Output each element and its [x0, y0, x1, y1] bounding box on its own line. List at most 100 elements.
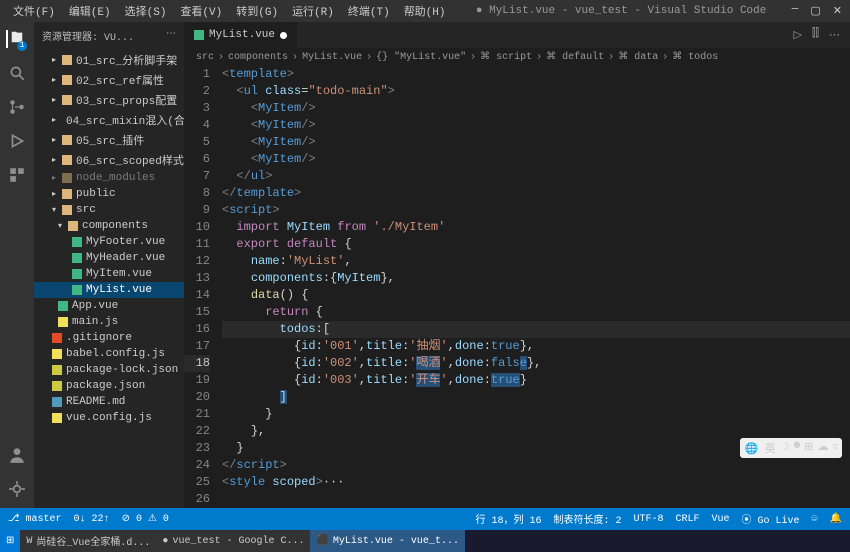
tab-bar: MyList.vue ▷ ⫿⫿ ⋯ — [184, 22, 850, 48]
more-icon[interactable]: ⋯ — [829, 28, 840, 42]
folder-icon — [62, 55, 72, 65]
account-icon[interactable] — [8, 446, 26, 464]
run-icon[interactable]: ▷ — [793, 28, 801, 42]
ime-button[interactable]: ▿ — [832, 440, 838, 456]
menu-item[interactable]: 终端(T) — [343, 1, 395, 21]
explorer-icon[interactable] — [6, 30, 24, 48]
go-live[interactable]: ⦿ Go Live — [742, 511, 800, 527]
folder-icon — [62, 155, 72, 165]
maximize-icon[interactable]: ▢ — [810, 4, 820, 18]
file-tree: 01_src_分析脚手架02_src_ref属性03_src_props配置04… — [34, 50, 184, 426]
tree-item[interactable]: node_modules — [34, 170, 184, 186]
split-icon[interactable]: ⫿⫿ — [812, 28, 819, 42]
taskbar: ⊞ W尚硅谷_Vue全家桶.d...●vue_test - Google C..… — [0, 530, 850, 552]
language-mode[interactable]: Vue — [712, 514, 730, 525]
js-icon — [58, 317, 68, 327]
window-controls: ─ ▢ ✕ — [792, 4, 842, 18]
tree-item[interactable]: public — [34, 186, 184, 202]
git-icon[interactable] — [8, 98, 26, 116]
titlebar: 文件(F)编辑(E)选择(S)查看(V)转到(G)运行(R)终端(T)帮助(H)… — [0, 0, 850, 22]
vue-icon — [72, 253, 82, 263]
start-button[interactable]: ⊞ — [0, 530, 20, 552]
ime-button[interactable]: 🌐 英 — [744, 440, 775, 456]
tree-item[interactable]: package-lock.json — [34, 362, 184, 378]
vue-icon — [58, 301, 68, 311]
js-icon — [52, 349, 62, 359]
tab-size[interactable]: 制表符长度: 2 — [553, 511, 621, 527]
editor-area: MyList.vue ▷ ⫿⫿ ⋯ src›components›MyList.… — [184, 22, 850, 508]
debug-icon[interactable] — [8, 132, 26, 150]
eol[interactable]: CRLF — [675, 514, 699, 525]
json-icon — [52, 381, 62, 391]
tree-item[interactable]: 05_src_插件 — [34, 130, 184, 150]
tree-item[interactable]: vue.config.js — [34, 410, 184, 426]
menu-item[interactable]: 运行(R) — [287, 1, 339, 21]
minimize-icon[interactable]: ─ — [792, 4, 799, 18]
statusbar: ⎇ master 0↓ 22↑ ⊘ 0 ⚠ 0 行 18，列 16 制表符长度:… — [0, 508, 850, 530]
ime-button[interactable]: ☁ — [817, 440, 828, 456]
extensions-icon[interactable] — [8, 166, 26, 184]
tree-item[interactable]: MyFooter.vue — [34, 234, 184, 250]
tree-item[interactable]: .gitignore — [34, 330, 184, 346]
menu-item[interactable]: 查看(V) — [175, 1, 227, 21]
tree-item[interactable]: MyItem.vue — [34, 266, 184, 282]
menu-item[interactable]: 编辑(E) — [64, 1, 116, 21]
tree-item[interactable]: package.json — [34, 378, 184, 394]
problems-indicator[interactable]: ⊘ 0 ⚠ 0 — [122, 513, 169, 525]
tree-item[interactable]: MyHeader.vue — [34, 250, 184, 266]
js-icon — [52, 413, 62, 423]
tree-item[interactable]: 06_src_scoped样式 — [34, 150, 184, 170]
menubar: 文件(F)编辑(E)选择(S)查看(V)转到(G)运行(R)终端(T)帮助(H) — [8, 1, 451, 21]
ime-button[interactable]: ⊞ — [804, 440, 813, 456]
folder-icon — [68, 221, 78, 231]
json-icon — [52, 365, 62, 375]
folder-icon — [62, 95, 72, 105]
menu-item[interactable]: 选择(S) — [120, 1, 172, 21]
tree-item[interactable]: babel.config.js — [34, 346, 184, 362]
tree-item[interactable]: 01_src_分析脚手架 — [34, 50, 184, 70]
tree-item[interactable]: src — [34, 202, 184, 218]
tree-item[interactable]: 03_src_props配置 — [34, 90, 184, 110]
menu-item[interactable]: 文件(F) — [8, 1, 60, 21]
branch-indicator[interactable]: ⎇ master — [8, 513, 62, 525]
bell-icon[interactable]: 🔔 — [830, 513, 842, 525]
encoding[interactable]: UTF-8 — [633, 514, 663, 525]
activitybar — [0, 22, 34, 508]
tree-item[interactable]: App.vue — [34, 298, 184, 314]
vue-icon — [72, 237, 82, 247]
feedback-icon[interactable]: ☺ — [812, 514, 818, 525]
task-button[interactable]: W尚硅谷_Vue全家桶.d... — [20, 530, 156, 552]
ime-toolbar[interactable]: 🌐 英 ☽☻⊞☁▿ — [740, 438, 842, 458]
tree-item[interactable]: 02_src_ref属性 — [34, 70, 184, 90]
close-icon[interactable]: ✕ — [833, 4, 842, 18]
sync-indicator[interactable]: 0↓ 22↑ — [74, 514, 110, 525]
window-title: ● MyList.vue - vue_test - Visual Studio … — [451, 5, 792, 17]
tree-item[interactable]: MyList.vue — [34, 282, 184, 298]
sidebar-actions[interactable]: ⋯ — [166, 28, 176, 44]
tree-item[interactable]: README.md — [34, 394, 184, 410]
vue-icon — [72, 285, 82, 295]
folder-icon — [62, 189, 72, 199]
task-button[interactable]: ⬛MyList.vue - vue_t... — [310, 530, 464, 552]
menu-item[interactable]: 帮助(H) — [399, 1, 451, 21]
menu-item[interactable]: 转到(G) — [231, 1, 283, 21]
explorer-sidebar: 资源管理器: VU... ⋯ 01_src_分析脚手架02_src_ref属性0… — [34, 22, 184, 508]
gear-icon[interactable] — [8, 480, 26, 498]
tree-item[interactable]: main.js — [34, 314, 184, 330]
vue-icon — [194, 30, 204, 40]
tab-mylist[interactable]: MyList.vue — [184, 22, 297, 48]
search-icon[interactable] — [8, 64, 26, 82]
folder-icon — [62, 135, 72, 145]
folder-icon — [62, 173, 72, 183]
folder-icon — [62, 205, 72, 215]
ime-button[interactable]: ☽ — [780, 440, 790, 456]
modified-dot-icon — [280, 32, 287, 39]
ime-button[interactable]: ☻ — [794, 440, 801, 456]
breadcrumbs[interactable]: src›components›MyList.vue›{} "MyList.vue… — [184, 48, 850, 66]
tree-item[interactable]: 04_src_mixin混入(合) — [34, 110, 184, 130]
task-button[interactable]: ●vue_test - Google C... — [156, 530, 310, 552]
git-icon — [52, 333, 62, 343]
cursor-position[interactable]: 行 18，列 16 — [475, 511, 541, 527]
tree-item[interactable]: components — [34, 218, 184, 234]
md-icon — [52, 397, 62, 407]
